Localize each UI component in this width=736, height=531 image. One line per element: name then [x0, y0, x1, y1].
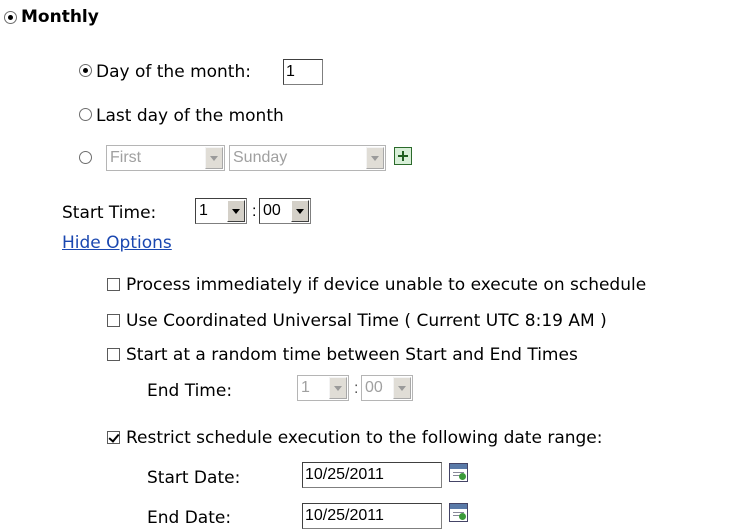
start-minute-value: 00: [263, 202, 281, 219]
ordinal-select[interactable]: First: [106, 145, 225, 171]
relative-day-radio[interactable]: [79, 151, 92, 164]
end-hour-value: 1: [301, 379, 310, 396]
process-immediately-label: Process immediately if device unable to …: [126, 275, 647, 295]
end-minute-select[interactable]: 00: [361, 375, 413, 401]
day-of-month-radio[interactable]: [79, 64, 92, 77]
use-utc-checkbox[interactable]: [107, 314, 120, 327]
day-of-month-label: Day of the month:: [96, 62, 251, 82]
start-date-label: Start Date:: [147, 468, 241, 488]
random-time-checkbox[interactable]: [107, 348, 120, 361]
chevron-down-icon[interactable]: [205, 147, 223, 169]
day-of-month-input[interactable]: 1: [283, 59, 323, 85]
restrict-range-checkbox[interactable]: [107, 431, 120, 444]
end-date-input[interactable]: 10/25/2011: [302, 503, 442, 529]
chevron-down-icon[interactable]: [329, 377, 347, 399]
process-immediately-checkbox[interactable]: [107, 278, 120, 291]
chevron-down-icon[interactable]: [393, 377, 411, 399]
weekday-select-value: Sunday: [233, 149, 288, 166]
hide-options-link[interactable]: Hide Options: [62, 233, 172, 253]
random-time-label: Start at a random time between Start and…: [126, 345, 578, 365]
start-hour-select[interactable]: 1: [195, 198, 247, 224]
time-separator: :: [354, 380, 359, 397]
last-day-radio[interactable]: [79, 108, 92, 121]
time-separator: :: [252, 203, 257, 220]
end-minute-value: 00: [365, 379, 383, 396]
monthly-radio[interactable]: [4, 11, 17, 24]
ordinal-select-value: First: [110, 149, 142, 166]
use-utc-label: Use Coordinated Universal Time ( Current…: [126, 311, 607, 331]
last-day-label: Last day of the month: [96, 106, 284, 126]
chevron-down-icon[interactable]: [291, 200, 309, 222]
chevron-down-icon[interactable]: [366, 147, 384, 169]
start-time-label: Start Time:: [62, 203, 157, 223]
end-date-label: End Date:: [147, 508, 232, 528]
start-minute-select[interactable]: 00: [259, 198, 311, 224]
start-date-input[interactable]: 10/25/2011: [302, 462, 442, 488]
restrict-range-label: Restrict schedule execution to the follo…: [126, 428, 603, 448]
plus-icon[interactable]: [394, 147, 412, 165]
monthly-label: Monthly: [21, 7, 99, 27]
start-hour-value: 1: [199, 202, 208, 219]
chevron-down-icon[interactable]: [227, 200, 245, 222]
end-hour-select[interactable]: 1: [297, 375, 349, 401]
end-time-label: End Time:: [147, 381, 233, 401]
weekday-select[interactable]: Sunday: [229, 145, 386, 171]
calendar-icon[interactable]: [449, 463, 468, 482]
calendar-icon[interactable]: [449, 503, 468, 522]
